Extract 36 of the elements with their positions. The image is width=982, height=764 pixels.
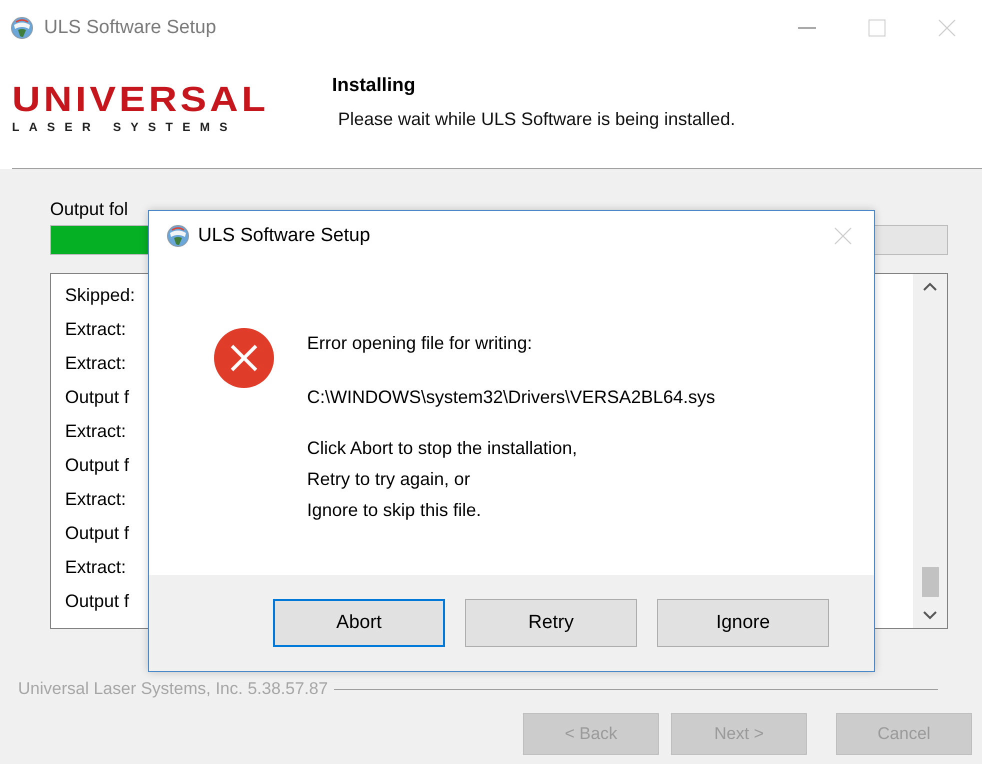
instruction-text: Retry to try again, or xyxy=(307,469,470,490)
progress-label: Output fol xyxy=(50,199,128,221)
log-line: Output f xyxy=(65,386,130,409)
log-line: Output f xyxy=(65,454,130,477)
file-path: C:\WINDOWS\system32\Drivers\VERSA2BL64.sys xyxy=(307,387,716,408)
error-icon xyxy=(213,327,275,389)
globe-icon xyxy=(166,224,190,248)
page-subtitle: Please wait while ULS Software is being installed. xyxy=(338,109,736,130)
close-icon[interactable] xyxy=(938,18,956,36)
page-title: Installing xyxy=(332,75,416,97)
log-line: Extract: xyxy=(65,488,126,511)
scroll-down-icon[interactable] xyxy=(923,611,937,620)
globe-icon xyxy=(10,16,34,40)
log-line: Output f xyxy=(65,590,130,613)
log-line: Skipped: xyxy=(65,284,136,307)
brand-text: Universal Laser Systems, Inc. 5.38.57.87 xyxy=(18,679,328,699)
logo-wordmark: UNIVERSAL xyxy=(12,83,270,117)
window-title: ULS Software Setup xyxy=(44,16,216,38)
scrollbar[interactable] xyxy=(913,274,947,628)
close-icon[interactable] xyxy=(834,227,852,245)
dialog-button[interactable]: Ignore xyxy=(657,599,829,647)
log-line: Extract: xyxy=(65,352,126,375)
dialog-title: ULS Software Setup xyxy=(198,225,370,247)
log-line: Extract: xyxy=(65,420,126,443)
error-message: Error opening file for writing: xyxy=(307,333,532,354)
scroll-thumb[interactable] xyxy=(922,567,938,597)
log-line: Output f xyxy=(65,522,130,545)
logo-tagline: LASER SYSTEMS xyxy=(12,120,238,134)
scroll-up-icon[interactable] xyxy=(923,282,937,291)
log-line: Extract: xyxy=(65,556,126,579)
instruction-text: Click Abort to stop the installation, xyxy=(307,438,578,459)
instruction-text: Ignore to skip this file. xyxy=(307,500,482,521)
dialog-button[interactable]: Abort xyxy=(273,599,445,647)
dialog-button[interactable]: Retry xyxy=(465,599,637,647)
maximize-icon[interactable] xyxy=(868,18,886,36)
log-line: Extract: xyxy=(65,318,126,341)
